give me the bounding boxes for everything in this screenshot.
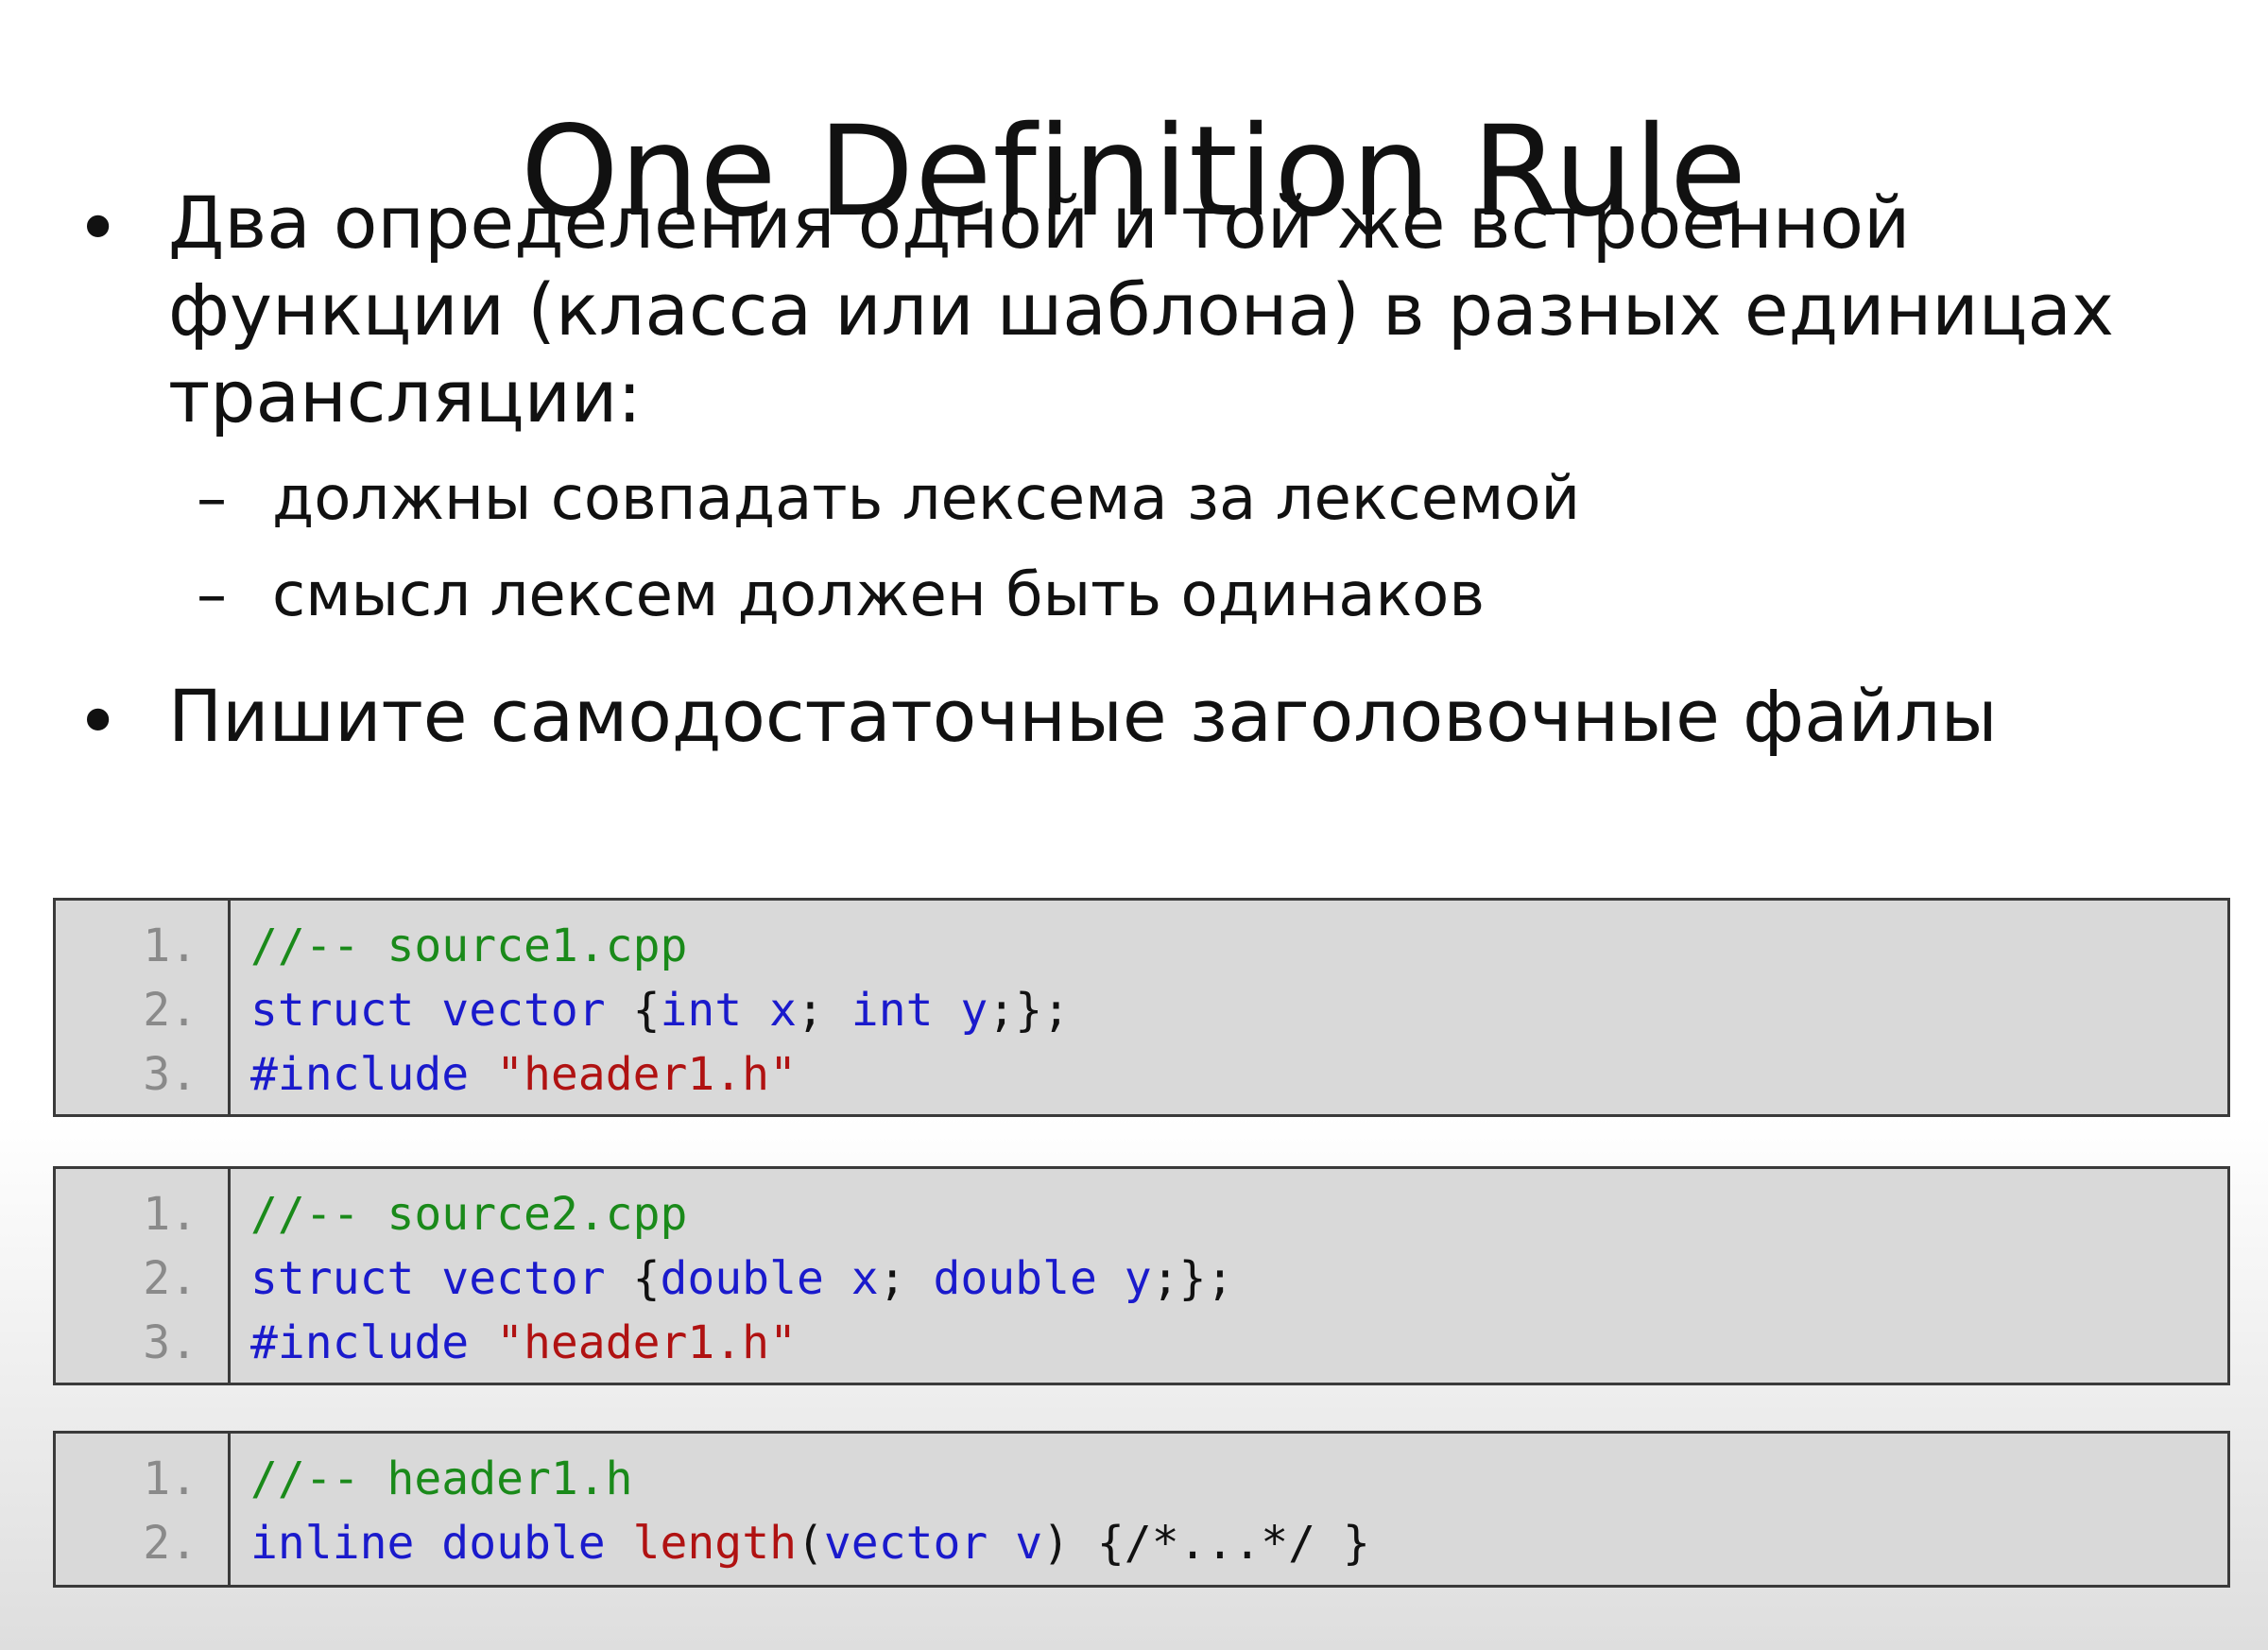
code-token-keyword: vector	[441, 984, 606, 1037]
sub-bullet-text: должны совпадать лексема за лексемой	[272, 464, 1581, 534]
code-token-keyword: struct	[250, 984, 415, 1037]
code-token-punct	[469, 1048, 496, 1101]
line-number: 3.	[143, 1048, 198, 1101]
code-line: 3. #include "header1.h"	[56, 1311, 2227, 1375]
code-token-string: "header1.h"	[496, 1316, 797, 1369]
code-token-keyword: double	[441, 1517, 606, 1570]
line-number: 1.	[143, 1452, 198, 1505]
bullet-marker: •	[76, 678, 121, 765]
code-token-keyword: #include	[250, 1048, 470, 1101]
code-panel-header1: 1.//-- header1.h 2. inline double length(v…	[53, 1431, 2230, 1588]
code-token-comment: //-- source2.cpp	[250, 1188, 688, 1241]
code-token-var: y	[960, 984, 988, 1037]
code-token-punct	[934, 984, 961, 1037]
code-text: //-- source2.cpp	[250, 1182, 687, 1246]
code-token-punct: ;};	[988, 984, 1071, 1037]
line-number: 3.	[143, 1316, 198, 1369]
code-panel-source1: 1.//-- source1.cpp 2. struct vector {int x…	[53, 898, 2230, 1117]
code-token-keyword: #include	[250, 1316, 470, 1369]
code-line: 2. struct vector {double x; double y;};	[56, 1246, 2227, 1311]
code-token-var: x	[850, 1252, 879, 1305]
code-token-string: "header1.h"	[496, 1048, 797, 1101]
code-text: #include "header1.h"	[250, 1042, 797, 1107]
code-token-var: x	[769, 984, 797, 1037]
code-token-keyword: vector	[441, 1252, 606, 1305]
code-token-keyword: double	[660, 1252, 824, 1305]
line-number: 2.	[143, 1517, 198, 1570]
sub-bullet-marker: –	[197, 560, 227, 630]
code-line: 1. //-- source2.cpp	[56, 1182, 2227, 1246]
code-token-punct	[742, 984, 769, 1037]
code-text: inline double length(vector v) {/*...*/ …	[250, 1511, 1370, 1575]
code-token-keyword: struct	[250, 1252, 415, 1305]
code-token-punct	[824, 1252, 851, 1305]
bullet-text-line: Пишите самодостаточные заголовочные файл…	[168, 674, 1998, 758]
line-number: 1.	[143, 920, 198, 972]
code-token-punct: (	[796, 1517, 824, 1570]
sub-bullet-marker: –	[197, 464, 227, 534]
code-token-punct	[414, 1517, 441, 1570]
code-token-punct: {	[605, 984, 661, 1037]
code-token-punct: ;};	[1151, 1252, 1234, 1305]
code-token-punct	[414, 984, 441, 1037]
code-text: struct vector {double x; double y;};	[250, 1246, 1233, 1311]
code-token-keyword: double	[933, 1252, 1097, 1305]
code-token-keyword: inline	[250, 1517, 415, 1570]
bullet-text-line: функции (класса или шаблона) в разных ед…	[168, 267, 2114, 352]
code-token-punct	[414, 1252, 441, 1305]
code-token-punct: {	[605, 1252, 661, 1305]
code-text: #include "header1.h"	[250, 1311, 797, 1375]
code-token-punct: ;	[878, 1252, 934, 1305]
code-line: 1. //-- source1.cpp	[56, 914, 2227, 978]
code-text: struct vector {int x; int y;};	[250, 978, 1070, 1042]
code-token-var: y	[1124, 1252, 1152, 1305]
code-token-var: v	[1015, 1517, 1043, 1570]
code-line: 1. //-- header1.h	[56, 1447, 2227, 1511]
code-text: //-- source1.cpp	[250, 914, 687, 978]
code-token-punct: ;	[797, 984, 851, 1037]
code-token-comment: //-- source1.cpp	[250, 920, 688, 972]
code-token-keyword: vector	[823, 1517, 988, 1570]
code-text: //-- header1.h	[250, 1447, 633, 1511]
code-line: 2. inline double length(vector v) {/*...*…	[56, 1511, 2227, 1575]
sub-bullet-text: смысл лексем должен быть одинаков	[272, 560, 1486, 630]
line-number: 2.	[143, 984, 198, 1037]
code-panel-source2: 1.//-- source2.cpp 2. struct vector {doubl…	[53, 1166, 2230, 1385]
code-token-punct	[988, 1517, 1015, 1570]
bullet-marker: •	[76, 184, 121, 272]
code-line: 3. #include "header1.h"	[56, 1042, 2227, 1107]
code-token-keyword: int	[660, 984, 743, 1037]
code-token-punct	[606, 1517, 633, 1570]
bullet-text-line: Два определения одной и той же встроенно…	[168, 180, 1911, 265]
bullet-text-line: трансляции:	[168, 354, 642, 438]
code-token-punct: ) {/*...*/ }	[1042, 1517, 1370, 1570]
code-token-punct	[1097, 1252, 1125, 1305]
line-number: 2.	[143, 1252, 198, 1305]
line-number: 1.	[143, 1188, 198, 1241]
code-token-keyword: int	[850, 984, 934, 1037]
code-token-punct	[469, 1316, 496, 1369]
code-line: 2. struct vector {int x; int y;};	[56, 978, 2227, 1042]
code-token-comment: //-- header1.h	[250, 1452, 633, 1505]
code-token-func: length	[632, 1517, 797, 1570]
